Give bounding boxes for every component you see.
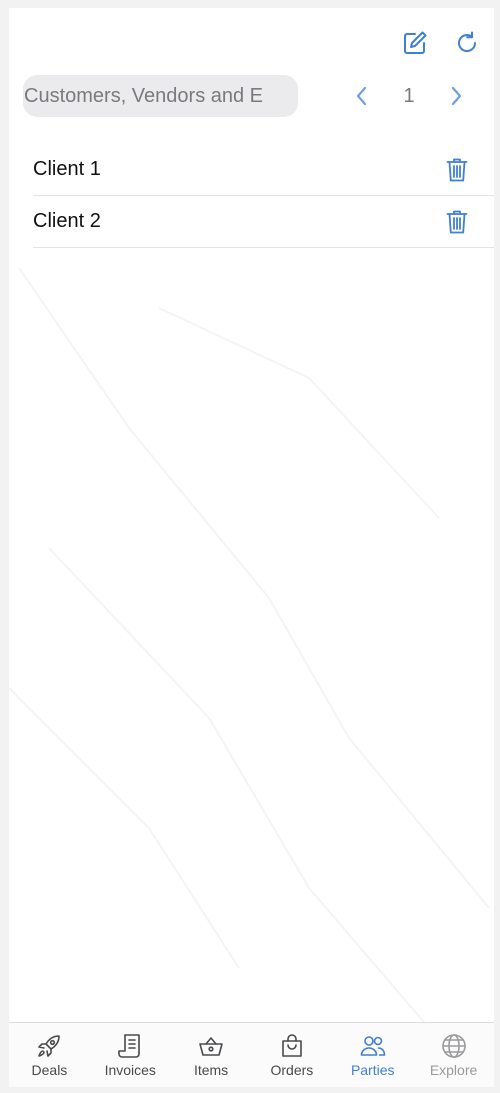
- shopping-bag-icon: [282, 1034, 302, 1057]
- search-row: 1: [23, 74, 478, 118]
- list-item[interactable]: Client 1: [33, 144, 494, 196]
- app-screen: 1 Client 1 Client 2: [9, 8, 494, 1087]
- tab-items[interactable]: Items: [171, 1023, 252, 1087]
- tab-label: Items: [193, 1062, 229, 1078]
- people-icon: [360, 1036, 386, 1056]
- search-input[interactable]: [23, 75, 298, 117]
- tab-explore[interactable]: Explore: [413, 1023, 494, 1087]
- chevron-right-icon: [451, 86, 462, 106]
- list-item[interactable]: Client 2: [33, 196, 494, 248]
- tab-label: Orders: [270, 1062, 314, 1078]
- trash-icon: [446, 158, 468, 181]
- rocket-icon: [38, 1035, 61, 1057]
- chevron-left-icon: [356, 86, 367, 106]
- compose-button[interactable]: [400, 28, 430, 58]
- parties-list: Client 1 Client 2: [33, 144, 494, 248]
- tab-bar: Deals Invoices Items Orders Parties Expl…: [9, 1022, 494, 1087]
- refresh-button[interactable]: [452, 28, 482, 58]
- tab-deals[interactable]: Deals: [9, 1023, 90, 1087]
- party-name: Client 2: [33, 210, 101, 232]
- tab-orders[interactable]: Orders: [251, 1023, 332, 1087]
- page-number: 1: [403, 84, 415, 107]
- top-actions: [400, 28, 482, 58]
- trash-icon: [446, 210, 468, 233]
- tab-label: Invoices: [104, 1062, 156, 1078]
- delete-button[interactable]: [442, 207, 472, 237]
- tab-parties[interactable]: Parties: [332, 1023, 413, 1087]
- tab-label: Parties: [350, 1062, 395, 1078]
- refresh-icon: [458, 31, 477, 52]
- compose-icon: [404, 31, 427, 54]
- previous-page-button[interactable]: [340, 74, 384, 118]
- tab-label: Explore: [429, 1062, 478, 1078]
- delete-button[interactable]: [442, 155, 472, 185]
- globe-icon: [441, 1034, 466, 1058]
- next-page-button[interactable]: [434, 74, 478, 118]
- basket-icon: [199, 1037, 223, 1056]
- tab-invoices[interactable]: Invoices: [90, 1023, 171, 1087]
- pager: 1: [340, 74, 478, 118]
- party-name: Client 1: [33, 158, 101, 180]
- tab-label: Deals: [31, 1062, 68, 1078]
- background-pattern: [9, 268, 490, 1028]
- receipt-icon: [118, 1034, 141, 1058]
